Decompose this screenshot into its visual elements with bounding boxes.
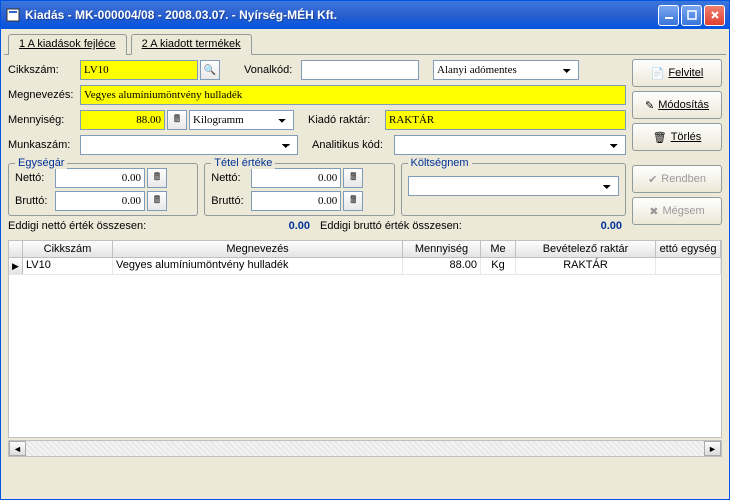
calc-icon[interactable]: 🖩 — [167, 110, 187, 130]
analitikus-select[interactable] — [394, 135, 626, 155]
scroll-track[interactable] — [26, 441, 704, 456]
cikkszam-label: Cikkszám: — [8, 64, 78, 76]
mennyiseg-input[interactable] — [80, 110, 165, 130]
grid-body[interactable]: ▶ LV10 Vegyes alumíniumöntvény hulladék … — [8, 258, 722, 438]
netto-label: Nettó: — [15, 172, 53, 184]
eddigi-brutto-label: Eddigi bruttó érték összesen: — [320, 220, 462, 232]
brutto-label: Bruttó: — [15, 195, 53, 207]
modositas-button[interactable]: ✎ Módosítás — [632, 91, 722, 119]
afa-select[interactable]: Alanyi adómentes — [433, 60, 579, 80]
titlebar: Kiadás - MK-000004/08 - 2008.03.07. - Ny… — [1, 1, 729, 29]
tetel-brutto-input[interactable] — [251, 191, 341, 211]
app-icon — [5, 7, 21, 23]
trash-icon: 🗑 — [653, 131, 667, 144]
tab-products[interactable]: 2 A kiadott termékek — [131, 34, 252, 55]
egysegar-brutto-input[interactable] — [55, 191, 145, 211]
tetel-netto-input[interactable] — [251, 168, 341, 188]
col-me[interactable]: Me — [481, 241, 516, 257]
check-icon: ✔ — [648, 173, 657, 186]
vonalkod-input[interactable] — [301, 60, 419, 80]
raktar-select[interactable]: RAKTÁR — [385, 110, 626, 130]
egysegar-legend: Egységár — [15, 157, 67, 169]
rendben-button: ✔ Rendben — [632, 165, 722, 193]
col-mennyiseg[interactable]: Mennyiség — [403, 241, 481, 257]
window-buttons — [658, 5, 725, 26]
koltsegnem-legend: Költségnem — [408, 157, 472, 169]
tab-header[interactable]: 1 A kiadások fejléce — [8, 34, 127, 55]
maximize-button[interactable] — [681, 5, 702, 26]
edit-icon: ✎ — [645, 99, 654, 112]
form-content: Cikkszám: 🔍 Vonalkód: Alanyi adómentes M… — [4, 55, 726, 238]
cancel-icon: ✖ — [649, 205, 658, 218]
egysegar-netto-input[interactable] — [55, 168, 145, 188]
eddigi-netto-value: 0.00 — [244, 218, 314, 234]
scroll-right-icon[interactable]: ► — [704, 441, 721, 456]
table-row[interactable]: ▶ LV10 Vegyes alumíniumöntvény hulladék … — [9, 258, 721, 275]
col-raktar[interactable]: Bevételező raktár — [516, 241, 656, 257]
client-area: 1 A kiadások fejléce 2 A kiadott terméke… — [4, 29, 726, 496]
megnevezes-label: Megnevezés: — [8, 89, 78, 101]
minimize-button[interactable] — [658, 5, 679, 26]
col-megnevezes[interactable]: Megnevezés — [113, 241, 403, 257]
grid: Cikkszám Megnevezés Mennyiség Me Bevétel… — [8, 240, 722, 438]
col-egysegar[interactable]: ettó egység — [656, 241, 721, 257]
calc-icon-3[interactable]: 🖩 — [147, 191, 167, 211]
megnevezes-input[interactable] — [80, 85, 626, 105]
munkaszam-label: Munkaszám: — [8, 139, 78, 151]
horizontal-scrollbar[interactable]: ◄ ► — [8, 440, 722, 457]
calc-icon-5[interactable]: 🖩 — [343, 191, 363, 211]
egysegar-group: Egységár Nettó: 🖩 Bruttó: 🖩 — [8, 163, 198, 216]
tab-strip: 1 A kiadások fejléce 2 A kiadott terméke… — [4, 33, 726, 55]
new-icon: 📄 — [651, 67, 665, 80]
close-button[interactable] — [704, 5, 725, 26]
grid-header: Cikkszám Megnevezés Mennyiség Me Bevétel… — [8, 240, 722, 258]
vonalkod-label: Vonalkód: — [244, 64, 299, 76]
window-title: Kiadás - MK-000004/08 - 2008.03.07. - Ny… — [25, 8, 658, 22]
koltsegnem-group: Költségnem — [401, 163, 627, 216]
koltsegnem-select[interactable] — [408, 176, 620, 196]
torles-button[interactable]: 🗑 Törlés — [632, 123, 722, 151]
tetel-group: Tétel értéke Nettó: 🖩 Bruttó: 🖩 — [204, 163, 394, 216]
felvitel-button[interactable]: 📄 Felvitel — [632, 59, 722, 87]
row-indicator-icon: ▶ — [9, 258, 23, 274]
raktar-label: Kiadó raktár: — [308, 114, 383, 126]
calc-icon-2[interactable]: 🖩 — [147, 168, 167, 188]
calc-icon-4[interactable]: 🖩 — [343, 168, 363, 188]
munkaszam-select[interactable] — [80, 135, 298, 155]
cikkszam-lookup-icon[interactable]: 🔍 — [200, 60, 220, 80]
scroll-left-icon[interactable]: ◄ — [9, 441, 26, 456]
eddigi-netto-label: Eddigi nettó érték összesen: — [8, 220, 146, 232]
megsem-button: ✖ Mégsem — [632, 197, 722, 225]
cikkszam-input[interactable] — [80, 60, 198, 80]
analitikus-label: Analitikus kód: — [312, 139, 392, 151]
eddigi-brutto-value: 0.00 — [556, 218, 626, 234]
app-window: Kiadás - MK-000004/08 - 2008.03.07. - Ny… — [0, 0, 730, 500]
col-cikkszam[interactable]: Cikkszám — [23, 241, 113, 257]
mertekegyseg-select[interactable]: Kilogramm — [189, 110, 294, 130]
mennyiseg-label: Mennyiség: — [8, 114, 78, 126]
tetel-legend: Tétel értéke — [211, 157, 275, 169]
